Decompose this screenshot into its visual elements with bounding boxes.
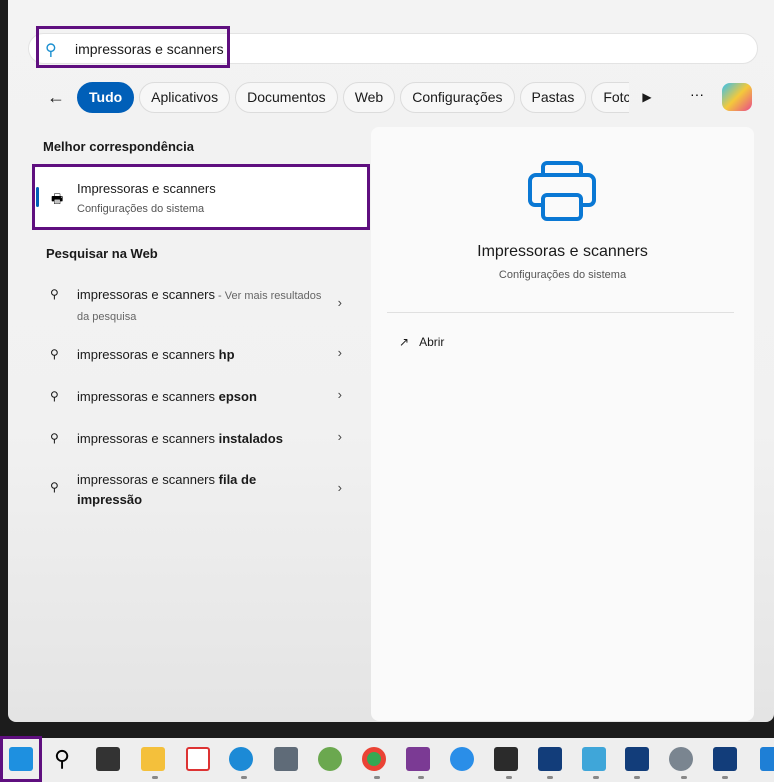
web-result[interactable]: ⚲ impressoras e scanners - Ver mais resu… — [40, 285, 360, 325]
search-icon: ⚲ — [50, 287, 59, 301]
highlight-box — [36, 26, 230, 68]
web-result[interactable]: ⚲ impressoras e scanners fila de impress… — [40, 470, 360, 510]
open-action[interactable]: ↗ Abrir — [399, 335, 444, 349]
chevron-right-icon: › — [337, 295, 342, 310]
phone-icon[interactable] — [450, 747, 474, 771]
filter-tabs: ← Tudo Aplicativos Documentos Web Config… — [40, 81, 652, 113]
copilot-icon[interactable] — [722, 83, 752, 111]
app-icon[interactable] — [318, 747, 342, 771]
app-p-icon[interactable] — [538, 747, 562, 771]
app-icon[interactable] — [760, 747, 774, 771]
tab-aplicativos[interactable]: Aplicativos — [139, 81, 231, 113]
file-explorer-icon[interactable] — [141, 747, 165, 771]
preview-pane: Impressoras e scanners Configurações do … — [371, 127, 754, 721]
tab-tudo[interactable]: Tudo — [77, 81, 135, 113]
scroll-right-icon[interactable]: ▶ — [642, 90, 651, 104]
preview-title: Impressoras e scanners — [477, 243, 648, 260]
search-icon: ⚲ — [50, 347, 59, 361]
search-icon: ⚲ — [50, 389, 59, 403]
tab-configuracoes[interactable]: Configurações — [400, 81, 515, 113]
preview-subtitle: Configurações do sistema — [498, 269, 627, 281]
search-icon[interactable]: ⚲ — [54, 747, 78, 771]
web-result[interactable]: ⚲ impressoras e scanners instalados › — [40, 429, 360, 449]
search-icon: ⚲ — [50, 431, 59, 445]
more-options-button[interactable]: ··· — [690, 86, 704, 102]
app-p-icon[interactable] — [625, 747, 649, 771]
open-external-icon: ↗ — [399, 335, 410, 349]
snipping-tool-icon[interactable] — [186, 747, 210, 771]
web-result[interactable]: ⚲ impressoras e scanners hp › — [40, 345, 360, 365]
notepad-icon[interactable] — [582, 747, 606, 771]
search-icon: ⚲ — [50, 480, 59, 494]
edge-icon[interactable] — [229, 747, 253, 771]
chevron-right-icon: › — [337, 345, 342, 360]
web-heading: Pesquisar na Web — [46, 246, 158, 261]
web-result[interactable]: ⚲ impressoras e scanners epson › — [40, 387, 360, 407]
open-label: Abrir — [419, 335, 445, 349]
best-match-heading: Melhor correspondência — [43, 139, 194, 154]
task-view-icon[interactable] — [96, 747, 120, 771]
printer-icon — [528, 161, 596, 221]
divider — [387, 312, 734, 313]
chrome-icon[interactable] — [362, 747, 386, 771]
highlight-box — [0, 736, 42, 782]
highlight-box — [32, 164, 370, 230]
tab-web[interactable]: Web — [342, 81, 396, 113]
chevron-right-icon: › — [337, 429, 342, 444]
back-arrow-icon[interactable]: ← — [40, 87, 72, 108]
taskbar: ⚲ — [0, 738, 774, 782]
tab-pastas[interactable]: Pastas — [519, 81, 587, 113]
app-p-icon[interactable] — [713, 747, 737, 771]
tab-fotos[interactable]: Fotc — [591, 81, 630, 113]
chevron-right-icon: › — [337, 480, 342, 495]
sticky-notes-icon[interactable] — [494, 747, 518, 771]
settings-icon[interactable] — [669, 747, 693, 771]
calculator-icon[interactable] — [274, 747, 298, 771]
onenote-icon[interactable] — [406, 747, 430, 771]
chevron-right-icon: › — [337, 387, 342, 402]
tab-documentos[interactable]: Documentos — [235, 81, 338, 113]
